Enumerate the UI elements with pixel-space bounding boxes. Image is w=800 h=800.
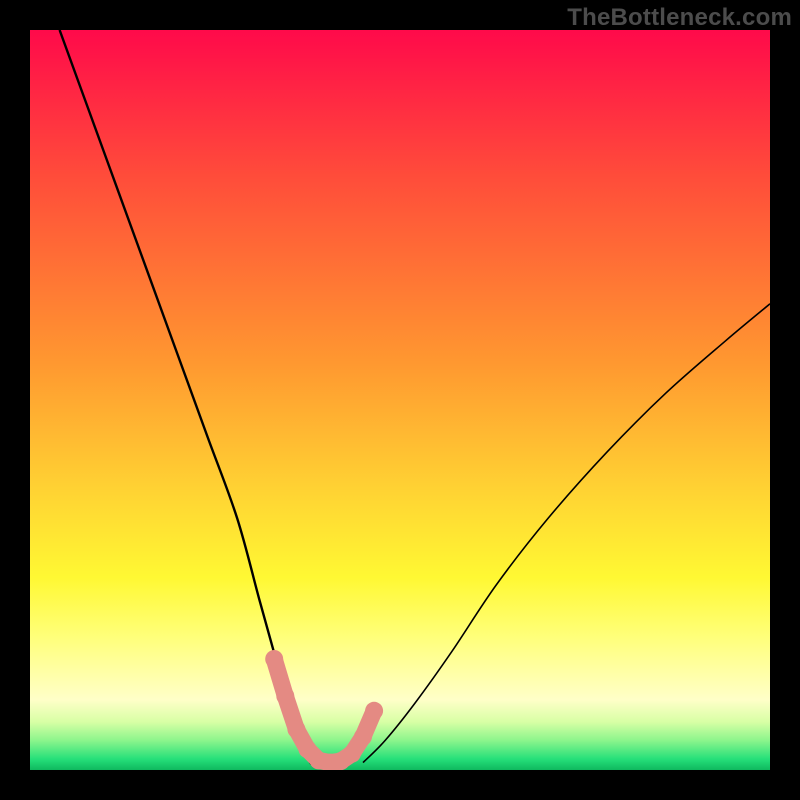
valley-marker-node (287, 720, 305, 738)
plot-area (30, 30, 770, 770)
valley-marker-node (354, 728, 372, 746)
valley-marker-node (365, 702, 383, 720)
valley-marker-node (276, 687, 294, 705)
valley-marker-node (343, 745, 361, 763)
watermark-text: TheBottleneck.com (567, 4, 792, 32)
chart-frame: TheBottleneck.com (0, 0, 800, 800)
valley-marker-node (265, 650, 283, 668)
bottleneck-chart (30, 30, 770, 770)
